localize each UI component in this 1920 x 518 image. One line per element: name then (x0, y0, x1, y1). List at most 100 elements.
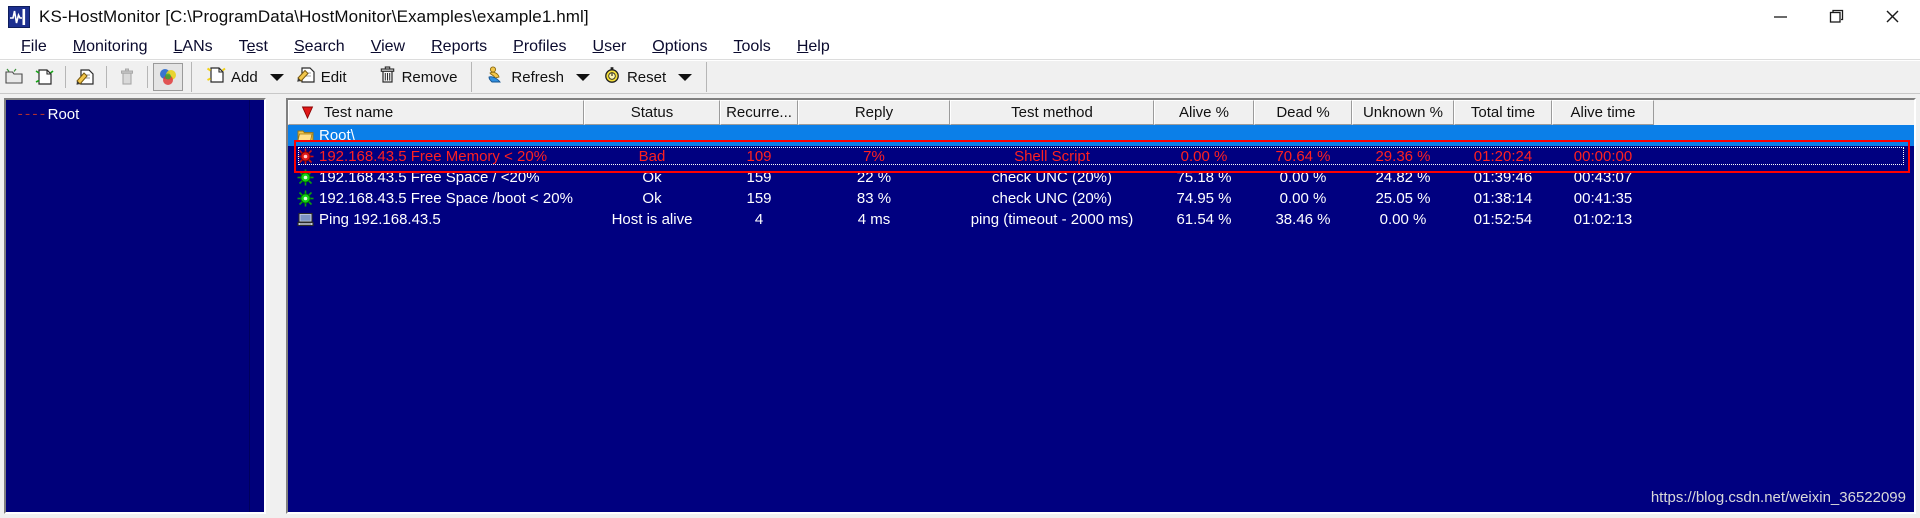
column-header-label: Unknown % (1362, 104, 1444, 121)
refresh-dropdown-arrow[interactable] (570, 62, 596, 92)
cell-alive-time: 00:00:00 (1573, 148, 1633, 165)
column-header-total-time[interactable]: Total time (1454, 100, 1552, 125)
cell-reply: 4 ms (857, 211, 891, 228)
test-name-label: Root\ (319, 127, 355, 144)
toolbar-separator (65, 66, 66, 88)
column-header-label: Test name (324, 104, 394, 121)
cell-status: Bad (638, 148, 666, 165)
cell-alive: 74.95 % (1176, 190, 1232, 207)
menu-item-profiles[interactable]: Profiles (500, 36, 579, 58)
window-title: KS-HostMonitor [C:\ProgramData\HostMonit… (39, 6, 589, 26)
window-controls (1752, 0, 1920, 34)
menu-item-view[interactable]: View (358, 36, 418, 58)
menu-item-lans[interactable]: LANs (161, 36, 226, 58)
menu-item-file[interactable]: File (8, 36, 60, 58)
column-header-dead[interactable]: Dead % (1254, 100, 1352, 125)
column-header-label: Test method (1011, 104, 1093, 121)
close-icon[interactable] (1864, 0, 1920, 34)
add-button[interactable]: Add (200, 62, 264, 92)
reset-button[interactable]: Reset (596, 62, 672, 92)
table-body: Root\ 192.168.43.5 Free Memory < 20% Bad 10… (288, 125, 1914, 512)
restore-icon[interactable] (1808, 0, 1864, 34)
hostmonitor-waveform-icon (8, 5, 30, 28)
cell-alive-time: 01:02:13 (1573, 211, 1633, 228)
table-row[interactable]: Ping 192.168.43.5 Host is alive 4 4 ms ping … (288, 209, 1914, 230)
tree-item-root[interactable]: ---- Root (16, 106, 79, 123)
folder-tree-panel[interactable]: ---- Root (4, 98, 266, 514)
cell-alive-time: 00:43:07 (1573, 169, 1633, 186)
column-header-reply[interactable]: Reply (798, 100, 950, 125)
edit-script-icon[interactable] (71, 62, 101, 92)
edit-button[interactable]: Edit (290, 62, 353, 92)
delete-icon (112, 62, 142, 92)
menu-item-reports[interactable]: Reports (418, 36, 500, 58)
cell-recurre: 4 (754, 211, 764, 228)
column-header-label: Alive time (1570, 104, 1636, 121)
table-row[interactable]: 192.168.43.5 Free Space /boot < 20% Ok 159… (288, 188, 1914, 209)
test-name-label: 192.168.43.5 Free Memory < 20% (319, 148, 548, 165)
cell-dead: 0.00 % (1279, 190, 1327, 207)
column-header-test-method[interactable]: Test method (950, 100, 1154, 125)
remove-button-label: Remove (401, 68, 458, 86)
reset-button-label: Reset (626, 68, 667, 86)
cell-dead: 38.46 % (1275, 211, 1331, 228)
test-name-label: 192.168.43.5 Free Space /boot < 20% (319, 190, 573, 207)
column-header-label: Status (630, 104, 674, 121)
tree-item-root-label: Root (47, 106, 80, 123)
cell-alive-time (1552, 125, 1654, 146)
cell-alive: 0.00 % (1180, 148, 1228, 165)
table-row[interactable]: 192.168.43.5 Free Space / <20% Ok 159 22 % c… (288, 167, 1914, 188)
cell-reply: 22 % (856, 169, 892, 186)
color-palette-icon[interactable] (153, 63, 183, 91)
toolbar-separator (471, 62, 473, 92)
trash-icon (377, 65, 397, 89)
toolbar: Add Edit Remove Refresh Reset (0, 61, 1920, 94)
new-test-icon[interactable] (30, 62, 60, 92)
cell-recurre: 109 (746, 148, 772, 165)
cell-alive: 61.54 % (1176, 211, 1232, 228)
edit-button-label: Edit (320, 68, 347, 86)
column-header-status[interactable]: Status (584, 100, 720, 125)
cell-test-method: Shell Script (1014, 148, 1090, 165)
cell-status: Host is alive (611, 211, 693, 228)
cell-dead (1254, 125, 1352, 146)
cell-status: Ok (642, 169, 662, 186)
menu-item-tools[interactable]: Tools (720, 36, 783, 58)
test-name-label: 192.168.43.5 Free Space / <20% (319, 169, 540, 186)
column-header-label: Dead % (1276, 104, 1330, 121)
menu-item-monitoring[interactable]: Monitoring (60, 36, 161, 58)
cell-recurre (720, 125, 798, 146)
column-header-unknown[interactable]: Unknown % (1352, 100, 1454, 125)
cell-status (584, 125, 720, 146)
refresh-button[interactable]: Refresh (480, 62, 570, 92)
minimize-icon[interactable] (1752, 0, 1808, 34)
column-header-label: Total time (1470, 104, 1536, 121)
menu-item-options[interactable]: Options (639, 36, 720, 58)
cell-unknown: 29.36 % (1375, 148, 1431, 165)
table-row[interactable]: 192.168.43.5 Free Memory < 20% Bad 109 7% Sh… (288, 146, 1914, 167)
cell-test-method: ping (timeout - 2000 ms) (970, 211, 1134, 228)
add-dropdown-arrow[interactable] (264, 62, 290, 92)
cell-test-name: Ping 192.168.43.5 (288, 209, 584, 230)
cell-unknown: 24.82 % (1375, 169, 1431, 186)
remove-button[interactable]: Remove (371, 62, 464, 92)
menu-item-search[interactable]: Search (281, 36, 358, 58)
cell-test-name: Root\ (288, 125, 584, 146)
column-header-recurre[interactable]: Recurre... (720, 100, 798, 125)
cell-alive: 75.18 % (1176, 169, 1232, 186)
reset-dropdown-arrow[interactable] (672, 62, 698, 92)
column-header-alive-time[interactable]: Alive time (1552, 100, 1654, 125)
menu-item-help[interactable]: Help (784, 36, 843, 58)
menu-item-test[interactable]: Test (226, 36, 281, 58)
status-green-icon (296, 169, 314, 186)
cell-recurre: 159 (746, 169, 772, 186)
cell-test-name: 192.168.43.5 Free Space / <20% (288, 167, 584, 188)
column-header-test-name[interactable]: Test name (288, 100, 584, 125)
table-row-folder[interactable]: Root\ (288, 125, 1914, 146)
menu-item-user[interactable]: User (580, 36, 640, 58)
column-header-label: Alive % (1178, 104, 1230, 121)
column-header-alive[interactable]: Alive % (1154, 100, 1254, 125)
tree-vertical-scrollbar[interactable] (249, 100, 264, 512)
new-folder-icon[interactable] (0, 62, 30, 92)
test-list-panel: Test name Status Recurre... Reply Test metho… (286, 98, 1916, 514)
